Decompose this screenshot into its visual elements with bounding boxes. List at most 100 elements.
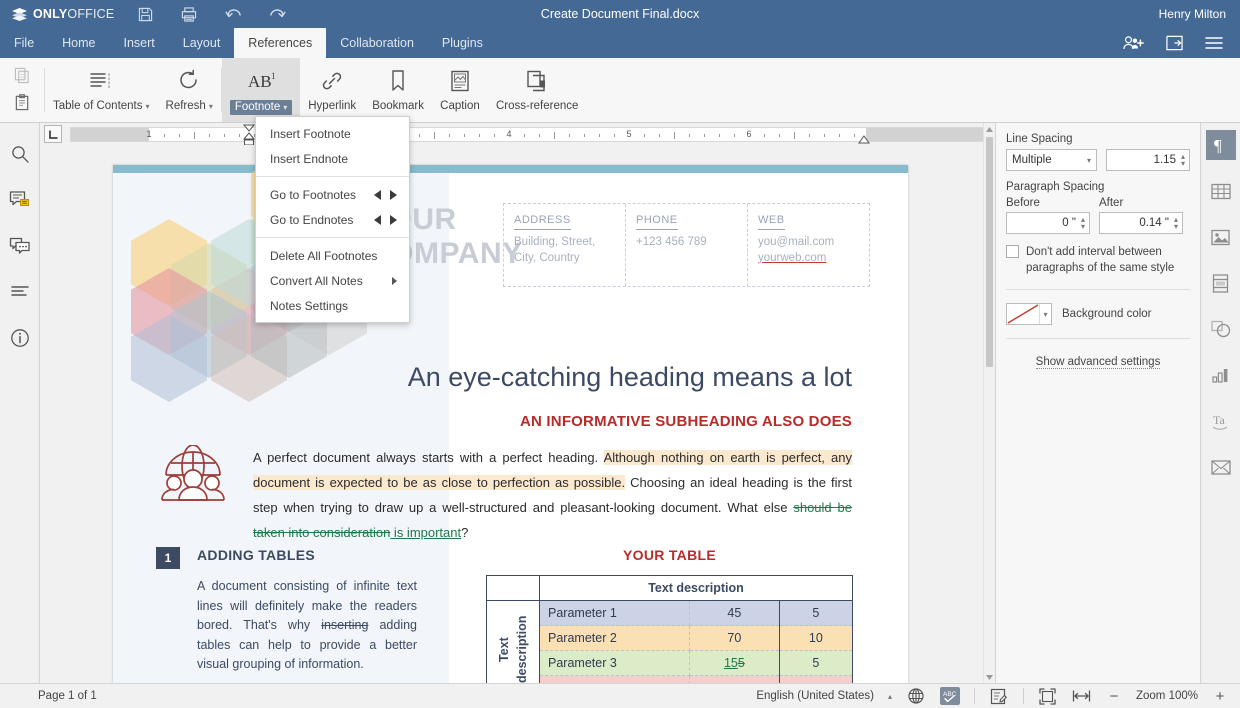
line-spacing-mode-select[interactable]: Multiple ▾: [1006, 149, 1097, 171]
caption-button[interactable]: Caption: [432, 58, 488, 122]
language-label[interactable]: English (United States): [756, 690, 874, 702]
menu-item-go-to-endnotes[interactable]: Go to Endnotes: [256, 207, 409, 232]
zoom-out-icon[interactable]: −: [1106, 688, 1122, 705]
header-footer-settings-icon[interactable]: [1206, 268, 1236, 298]
tab-file[interactable]: File: [0, 28, 48, 58]
fit-page-icon[interactable]: [1038, 687, 1058, 705]
cross-reference-label: Cross-reference: [496, 100, 578, 112]
data-table[interactable]: Text description Text description Parame…: [486, 575, 853, 683]
scroll-down-arrow-icon[interactable]: [984, 671, 995, 683]
table-of-contents-button[interactable]: Table of Contents▾: [45, 58, 158, 122]
arrow-left-icon[interactable]: [374, 215, 381, 225]
footnote-button[interactable]: AB1 Footnote▾: [222, 58, 300, 122]
table-row: Text description Parameter 1 45 5: [487, 601, 853, 626]
zoom-in-icon[interactable]: +: [1212, 688, 1228, 705]
add-collaborator-icon[interactable]: [1122, 31, 1146, 55]
menu-item-insert-endnote[interactable]: Insert Endnote: [256, 146, 409, 171]
shape-settings-icon[interactable]: [1206, 314, 1236, 344]
stepper-arrows-icon[interactable]: ▴▾: [1081, 217, 1085, 230]
line-spacing-value-stepper[interactable]: 1.15 ▴▾: [1106, 149, 1190, 171]
undo-icon[interactable]: [222, 3, 244, 25]
contact-header: WEB: [758, 214, 785, 230]
paragraph-settings-icon[interactable]: ¶: [1206, 130, 1236, 160]
tab-collaboration[interactable]: Collaboration: [326, 28, 428, 58]
document-page[interactable]: YOUR COMPANY ADDRESS Building, Street, C…: [113, 165, 908, 683]
image-settings-icon[interactable]: [1206, 222, 1236, 252]
chevron-right-icon: [392, 277, 397, 285]
save-icon[interactable]: [134, 3, 156, 25]
onlyoffice-logo: ONLYOFFICE: [0, 7, 120, 21]
refresh-button[interactable]: Refresh▾: [158, 58, 221, 122]
chevron-up-icon[interactable]: ▴: [888, 692, 892, 701]
table-settings-icon[interactable]: [1206, 176, 1236, 206]
menu-item-notes-settings[interactable]: Notes Settings: [256, 293, 409, 318]
tab-stop-selector[interactable]: [44, 125, 62, 143]
section-title: ADDING TABLES: [197, 547, 315, 563]
spacing-after-stepper[interactable]: 0.14 " ▴▾: [1099, 212, 1183, 234]
redo-icon[interactable]: [266, 3, 288, 25]
background-color-button[interactable]: ▾: [1006, 303, 1052, 325]
set-language-icon[interactable]: [906, 687, 926, 705]
open-file-location-icon[interactable]: [1162, 31, 1186, 55]
comments-icon[interactable]: [7, 187, 33, 213]
menu-item-insert-footnote[interactable]: Insert Footnote: [256, 121, 409, 146]
arrow-right-icon[interactable]: [390, 190, 397, 200]
tab-insert[interactable]: Insert: [110, 28, 169, 58]
tab-plugins[interactable]: Plugins: [428, 28, 497, 58]
refresh-icon: [176, 66, 202, 96]
ruler-row: 1 2 3 4 5 6: [40, 123, 995, 145]
mail-merge-icon[interactable]: [1206, 452, 1236, 482]
table-tracked-deletion: 5: [738, 656, 745, 670]
cross-reference-button[interactable]: Cross-reference: [488, 58, 586, 122]
text-art-settings-icon[interactable]: Ta: [1206, 406, 1236, 436]
dont-add-interval-checkbox[interactable]: [1006, 245, 1019, 258]
ribbon-tabs: File Home Insert Layout References Colla…: [0, 28, 1240, 58]
scroll-up-arrow-icon[interactable]: [984, 123, 995, 135]
headings-icon[interactable]: [7, 279, 33, 305]
ruler-number: 5: [626, 129, 631, 139]
chevron-down-icon[interactable]: ▾: [1039, 304, 1051, 324]
scrollbar-thumb[interactable]: [986, 137, 993, 367]
menu-separator: [256, 176, 409, 177]
show-advanced-settings-link[interactable]: Show advanced settings: [1036, 356, 1161, 369]
tab-layout[interactable]: Layout: [169, 28, 235, 58]
spacing-sublabels: Before After: [1006, 197, 1190, 209]
right-sidebar: ¶ Ta: [1200, 123, 1240, 683]
table-cell-value-2: 5: [779, 651, 852, 676]
paragraph-spacing-label: Paragraph Spacing: [1006, 181, 1190, 193]
zoom-level-label[interactable]: Zoom 100%: [1136, 690, 1198, 702]
arrow-right-icon[interactable]: [390, 215, 397, 225]
menu-item-go-to-footnotes[interactable]: Go to Footnotes: [256, 182, 409, 207]
document-subheading: AN INFORMATIVE SUBHEADING ALSO DOES: [113, 413, 852, 430]
hyperlink-button[interactable]: Hyperlink: [300, 58, 364, 122]
hamburger-menu-icon[interactable]: [1202, 31, 1226, 55]
search-icon[interactable]: [7, 141, 33, 167]
track-changes-icon[interactable]: [989, 687, 1009, 705]
document-paragraph: A perfect document always starts with a …: [253, 445, 852, 545]
print-icon[interactable]: [178, 3, 200, 25]
status-divider: [974, 688, 975, 704]
arrow-left-icon[interactable]: [374, 190, 381, 200]
page-count-label: Page 1 of 1: [38, 690, 97, 702]
copy-icon[interactable]: [14, 67, 31, 89]
spacing-before-stepper[interactable]: 0 " ▴▾: [1006, 212, 1090, 234]
dont-add-interval-checkbox-row[interactable]: Don't add interval between paragraphs of…: [1006, 244, 1190, 276]
vertical-scrollbar[interactable]: [983, 123, 995, 683]
stepper-arrows-icon[interactable]: ▴▾: [1181, 154, 1185, 167]
horizontal-ruler[interactable]: 1 2 3 4 5 6: [70, 127, 987, 142]
paste-icon[interactable]: [14, 94, 31, 116]
menu-item-convert-all-notes[interactable]: Convert All Notes: [256, 268, 409, 293]
fit-width-icon[interactable]: [1072, 687, 1092, 705]
stepper-arrows-icon[interactable]: ▴▾: [1174, 217, 1178, 230]
web-link[interactable]: yourweb.com: [758, 252, 826, 264]
chat-icon[interactable]: [7, 233, 33, 259]
document-canvas[interactable]: YOUR COMPANY ADDRESS Building, Street, C…: [40, 145, 995, 683]
tab-references[interactable]: References: [234, 28, 326, 58]
table-row-header: Text description: [487, 576, 853, 601]
chart-settings-icon[interactable]: [1206, 360, 1236, 390]
menu-item-delete-all-footnotes[interactable]: Delete All Footnotes: [256, 243, 409, 268]
about-icon[interactable]: [7, 325, 33, 351]
tab-home[interactable]: Home: [48, 28, 109, 58]
spell-check-icon[interactable]: ABC: [940, 687, 960, 705]
bookmark-button[interactable]: Bookmark: [364, 58, 432, 122]
